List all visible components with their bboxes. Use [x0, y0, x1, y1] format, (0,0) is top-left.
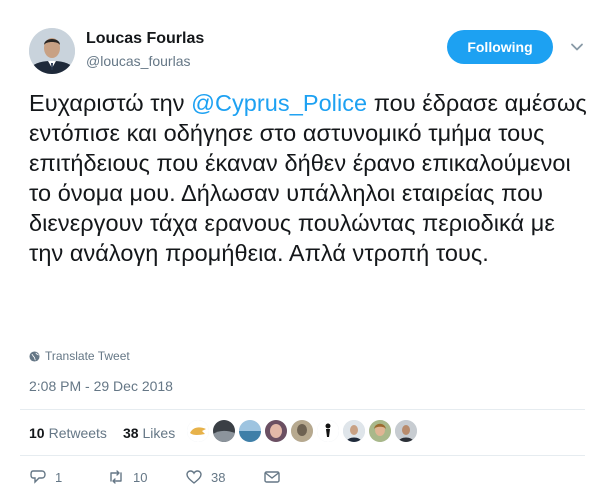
globe-icon [29, 350, 40, 362]
likes-count: 38 [122, 425, 139, 441]
stats-divider-top [20, 409, 585, 410]
author-avatar[interactable] [29, 28, 75, 74]
tweet-actions: 1 10 38 [29, 468, 281, 486]
direct-message-button[interactable] [263, 468, 281, 486]
chevron-down-icon[interactable] [569, 39, 585, 55]
author-name[interactable]: Loucas Fourlas [86, 30, 204, 48]
liker-avatar[interactable] [239, 420, 261, 442]
liker-avatar[interactable] [395, 420, 417, 442]
retweet-count: 10 [133, 469, 148, 485]
envelope-icon [264, 471, 280, 483]
liker-avatar[interactable] [265, 420, 287, 442]
tweet-text: Ευχαριστώ την @Cyprus_Police που έδρασε … [29, 88, 589, 268]
retweet-icon [110, 470, 122, 484]
reply-count: 1 [55, 469, 63, 485]
like-button[interactable]: 38 [185, 468, 263, 486]
translate-tweet-link[interactable]: Translate Tweet [29, 349, 130, 363]
liker-avatar[interactable] [187, 420, 209, 442]
liker-avatar[interactable] [213, 420, 235, 442]
mention-link[interactable]: @Cyprus_Police [191, 90, 367, 116]
reply-button[interactable]: 1 [29, 468, 107, 486]
liker-avatar[interactable] [291, 420, 313, 442]
stats-divider-bottom [20, 455, 585, 456]
reply-icon [30, 470, 46, 484]
tweet-text-rest: που έδρασε αμέσως εντόπισε και οδήγησε σ… [29, 90, 587, 266]
liker-avatar[interactable] [343, 420, 365, 442]
retweets-label: Retweets [48, 425, 107, 441]
tweet-stats: 10 Retweets 38 Likes [29, 425, 175, 441]
tweet-text-start: Ευχαριστώ την [29, 90, 192, 116]
tweet-timestamp[interactable]: 2:08 PM - 29 Dec 2018 [29, 378, 173, 394]
following-button[interactable]: Following [447, 30, 553, 64]
retweets-count: 10 [29, 425, 45, 441]
liker-avatar[interactable] [317, 420, 339, 442]
tweet-card: Loucas Fourlas @loucas_fourlas Following… [0, 0, 601, 485]
retweets-stat[interactable]: 10 Retweets [29, 425, 107, 441]
like-count: 38 [211, 469, 226, 485]
liker-avatar[interactable] [369, 420, 391, 442]
liker-avatars [187, 420, 417, 442]
likes-label: Likes [142, 425, 176, 441]
author-photo [29, 28, 75, 74]
heart-icon [186, 470, 202, 484]
likes-stat[interactable]: 38 Likes [123, 425, 175, 441]
author-handle[interactable]: @loucas_fourlas [86, 53, 191, 69]
retweet-button[interactable]: 10 [107, 468, 185, 486]
translate-label: Translate Tweet [45, 349, 130, 363]
